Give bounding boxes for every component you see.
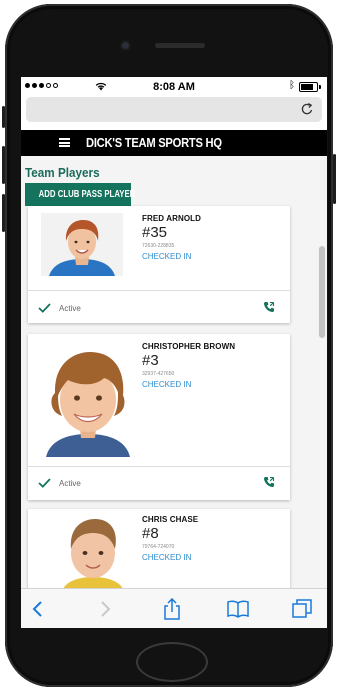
player-status: Active	[38, 303, 81, 313]
status-label: Active	[59, 478, 81, 488]
status-bar: 8:08 AM ᛒ	[21, 77, 327, 96]
share-icon[interactable]	[161, 598, 183, 620]
earpiece-speaker	[155, 43, 205, 48]
player-card[interactable]: FRED ARNOLD #35 72630-228835 CHECKED IN …	[28, 206, 290, 323]
scrollbar-thumb[interactable]	[319, 246, 325, 338]
battery-icon	[299, 82, 321, 92]
reload-icon[interactable]	[299, 101, 315, 117]
scrollbar-track[interactable]	[319, 166, 325, 586]
add-club-pass-player-label: ADD CLUB PASS PLAYER	[38, 189, 136, 200]
page-title: Team Players	[25, 165, 100, 180]
checkin-status: CHECKED IN	[142, 252, 192, 261]
phone-icon[interactable]	[263, 301, 275, 313]
bookmarks-icon[interactable]	[227, 598, 249, 620]
player-name: CHRISTOPHER BROWN	[142, 342, 236, 351]
player-info: FRED ARNOLD #35 72630-228835 CHECKED IN	[142, 214, 201, 261]
player-photo	[40, 342, 136, 457]
player-phone-number: 32937-427650	[142, 371, 175, 377]
menu-icon[interactable]	[59, 138, 70, 147]
front-camera	[122, 42, 129, 49]
card-divider	[28, 290, 290, 291]
tabs-icon[interactable]	[291, 598, 313, 620]
forward-icon[interactable]	[94, 598, 116, 620]
player-name: CHRIS CHASE	[142, 515, 199, 524]
battery-level	[301, 84, 313, 90]
site-header: DICK'S TEAM SPORTS HQ	[21, 130, 327, 156]
add-club-pass-player-button[interactable]: ADD CLUB PASS PLAYER	[25, 183, 135, 206]
player-card[interactable]: CHRISTOPHER BROWN #3 32937-427650 CHECKE…	[28, 334, 290, 500]
checkin-status: CHECKED IN	[142, 380, 192, 389]
check-icon	[38, 478, 51, 488]
home-button[interactable]	[136, 642, 208, 682]
player-photo	[53, 515, 133, 588]
card-divider	[28, 466, 290, 467]
power-button	[333, 154, 336, 204]
player-number: #35	[142, 224, 168, 241]
address-bar[interactable]	[26, 97, 322, 122]
status-time: 8:08 AM	[153, 81, 195, 93]
player-photo	[41, 213, 123, 276]
bluetooth-icon: ᛒ	[289, 80, 295, 91]
silent-switch	[2, 106, 5, 128]
phone-screen: 8:08 AM ᛒ DICK'S TEAM SPORTS HQ Team Pla…	[21, 77, 327, 628]
player-phone-number: 79764-724070	[142, 544, 175, 550]
page-content: Team Players ADD CLUB PASS PLAYER FRED A…	[21, 156, 327, 588]
player-info: CHRIS CHASE #8 79764-724070 CHECKED IN	[142, 515, 198, 562]
volume-down-button	[2, 194, 5, 232]
player-name: FRED ARNOLD	[142, 214, 202, 223]
checkin-status: CHECKED IN	[142, 553, 192, 562]
player-card[interactable]: CHRIS CHASE #8 79764-724070 CHECKED IN	[28, 509, 290, 588]
check-icon	[38, 303, 51, 313]
player-info: CHRISTOPHER BROWN #3 32937-427650 CHECKE…	[142, 342, 235, 389]
browser-toolbar	[21, 588, 327, 628]
volume-up-button	[2, 146, 5, 184]
phone-icon[interactable]	[263, 476, 275, 488]
back-icon[interactable]	[27, 598, 49, 620]
player-status: Active	[38, 478, 81, 488]
player-number: #3	[142, 352, 159, 369]
player-phone-number: 72630-228835	[142, 243, 175, 249]
site-logo[interactable]: DICK'S TEAM SPORTS HQ	[86, 135, 222, 150]
status-label: Active	[59, 303, 81, 313]
player-number: #8	[142, 525, 159, 542]
